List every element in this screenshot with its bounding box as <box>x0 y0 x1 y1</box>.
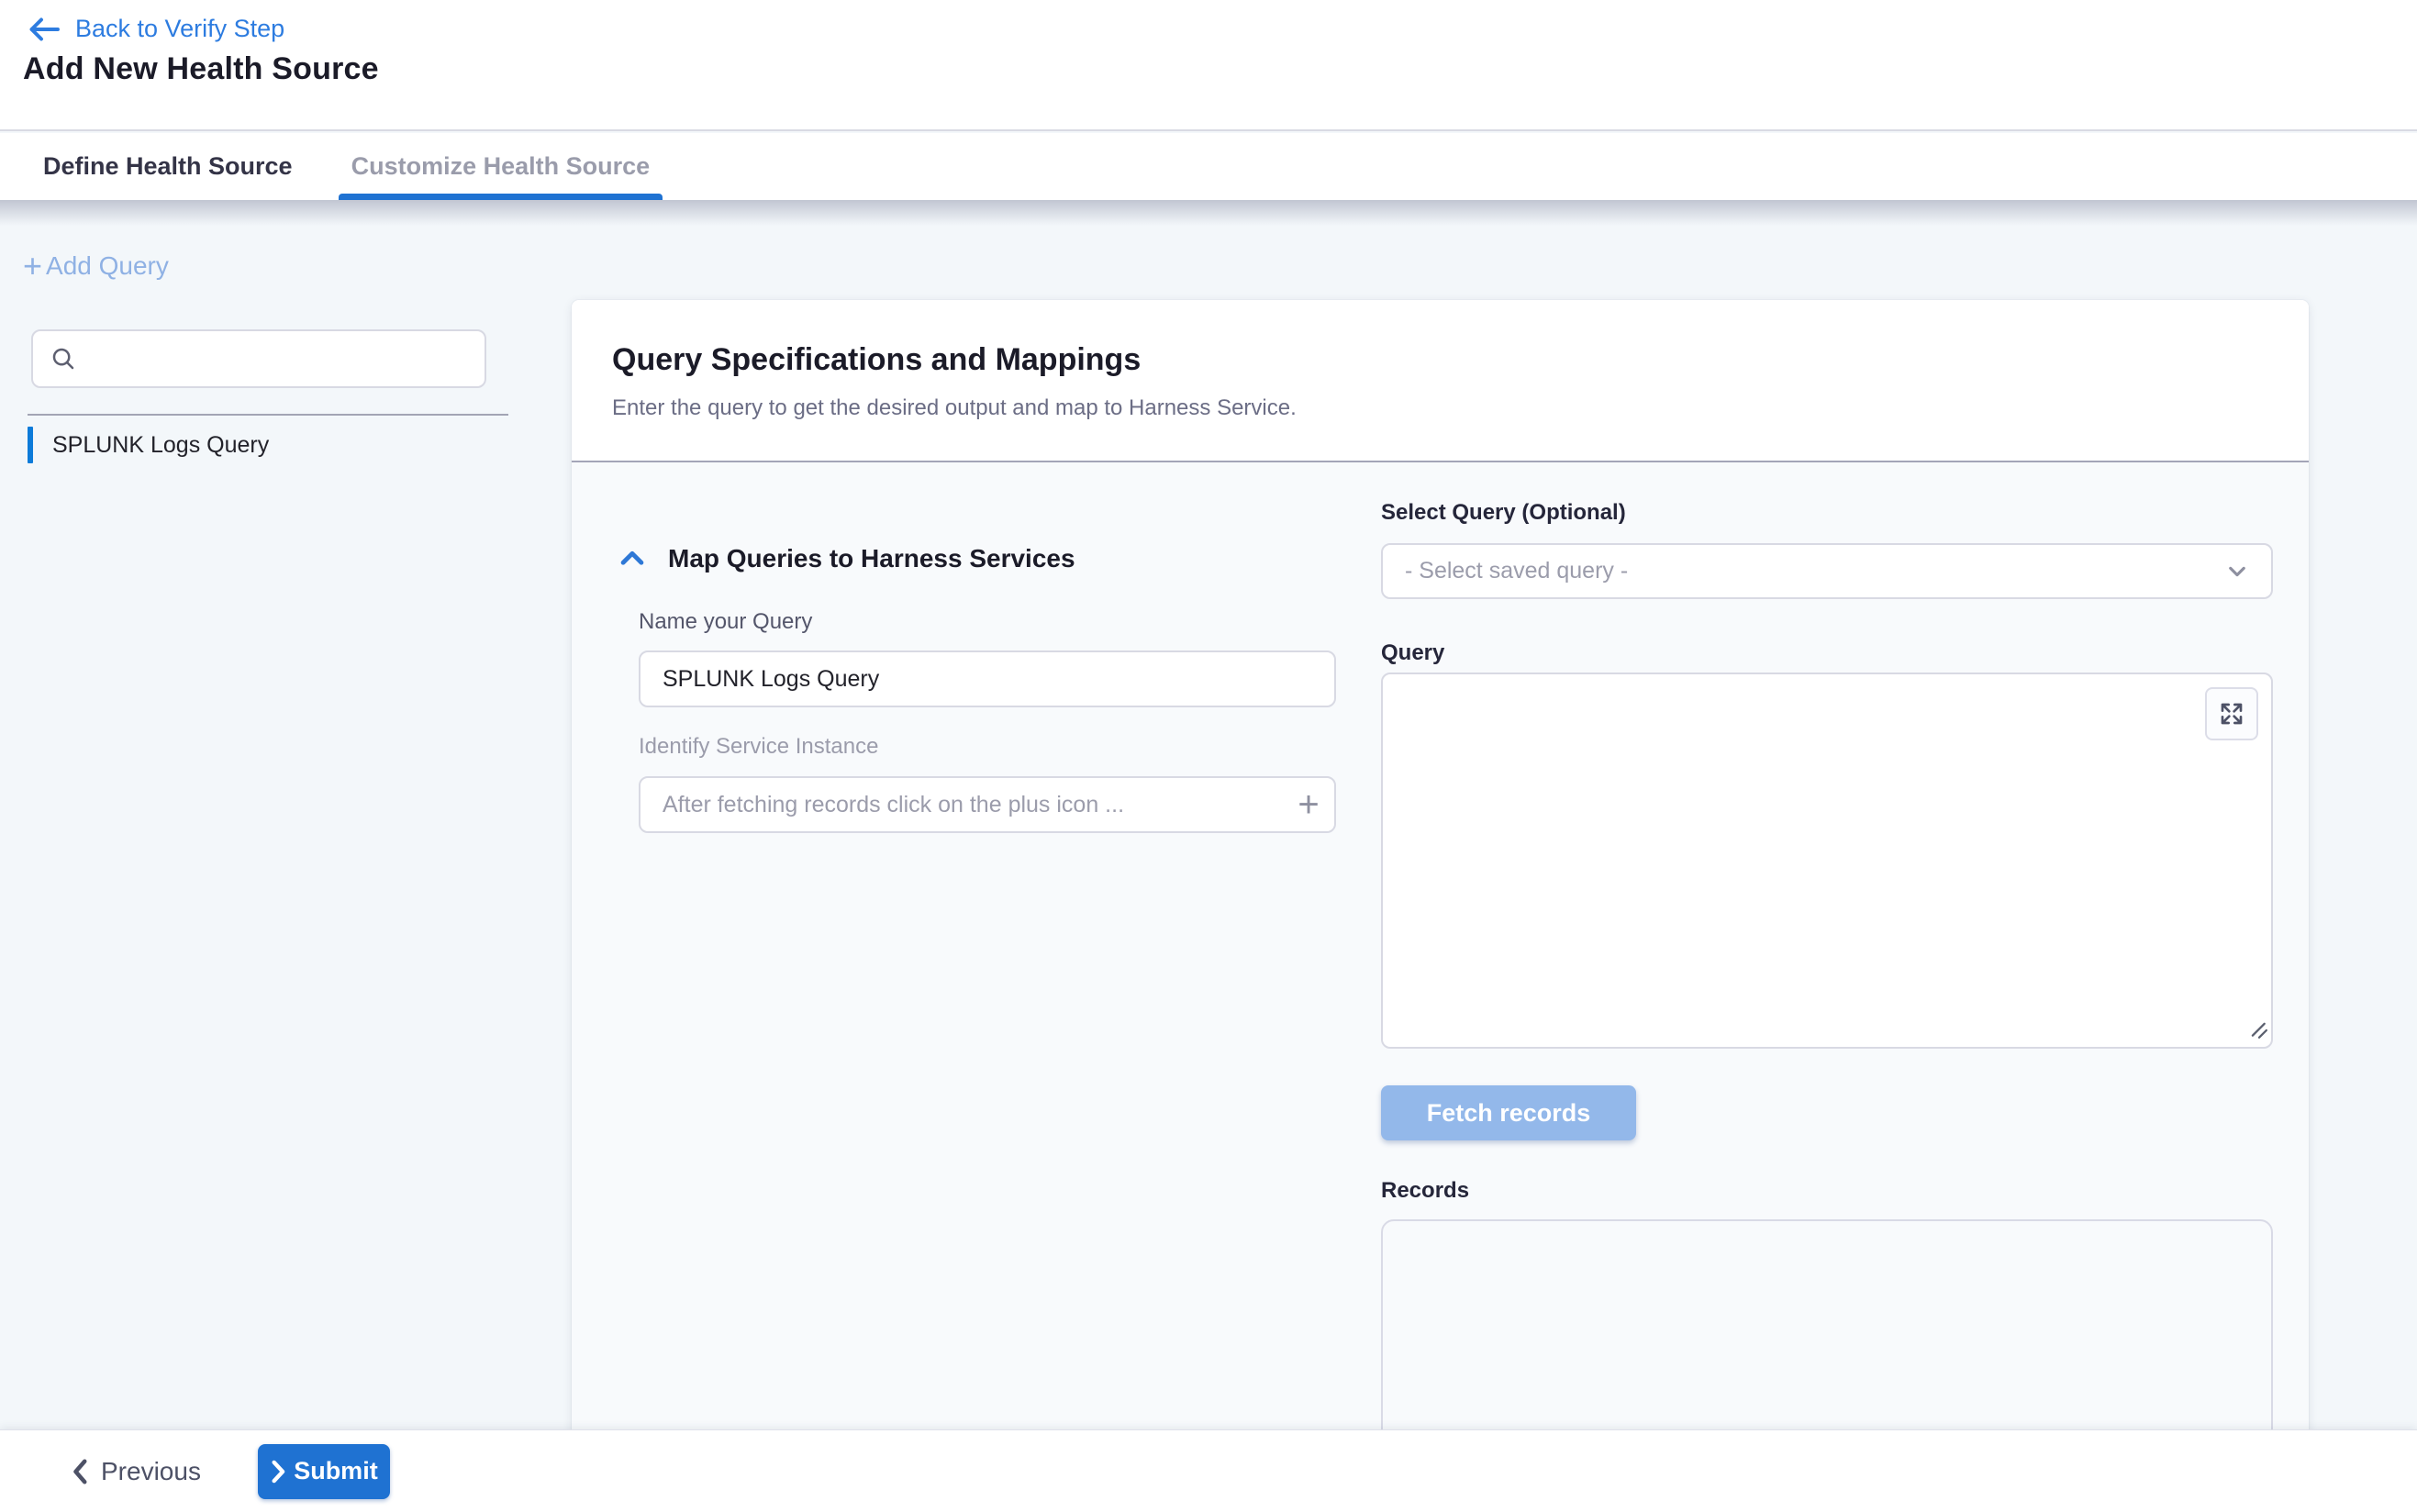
card-title: Query Specifications and Mappings <box>612 342 1141 378</box>
saved-query-select[interactable]: - Select saved query - <box>1381 543 2273 599</box>
expand-icon <box>2217 699 2246 728</box>
tab-bar: Define Health Source Customize Health So… <box>0 133 2417 200</box>
service-instance-input[interactable] <box>639 776 1336 833</box>
query-search-box <box>31 329 486 388</box>
card-header: Query Specifications and Mappings Enter … <box>572 300 2309 461</box>
add-health-source-page: Back to Verify Step Add New Health Sourc… <box>0 0 2417 1512</box>
wizard-footer: Previous Submit <box>0 1429 2417 1512</box>
back-link-label: Back to Verify Step <box>75 15 284 43</box>
saved-query-select-value: - Select saved query - <box>1405 558 1628 584</box>
previous-label: Previous <box>101 1457 201 1486</box>
selected-indicator-bar <box>28 427 33 463</box>
name-your-query-label: Name your Query <box>639 609 812 635</box>
previous-button[interactable]: Previous <box>70 1457 201 1486</box>
card-body: Map Queries to Harness Services Name you… <box>572 462 2309 1512</box>
card-subtitle: Enter the query to get the desired outpu… <box>612 395 1297 421</box>
map-queries-section-title: Map Queries to Harness Services <box>668 544 1075 573</box>
select-query-label: Select Query (Optional) <box>1381 500 1626 526</box>
add-query-button[interactable]: + Add Query <box>23 251 169 281</box>
submit-button[interactable]: Submit <box>258 1444 390 1499</box>
identify-service-instance-label: Identify Service Instance <box>639 734 878 760</box>
query-item-label: SPLUNK Logs Query <box>52 432 269 459</box>
add-query-label: Add Query <box>46 251 169 281</box>
chevron-left-icon <box>70 1458 90 1485</box>
search-icon <box>50 345 77 372</box>
query-editor <box>1381 673 2273 1049</box>
query-textarea[interactable] <box>1381 673 2273 1049</box>
chevron-up-icon <box>617 543 648 574</box>
content-area: + Add Query SPLUNK Logs Query <box>0 200 2417 1512</box>
search-input[interactable] <box>90 331 485 386</box>
back-link[interactable]: Back to Verify Step <box>28 15 284 43</box>
chevron-down-icon <box>2225 560 2249 584</box>
submit-label: Submit <box>294 1457 378 1485</box>
add-service-instance-button[interactable]: + <box>1281 776 1336 833</box>
expand-query-button[interactable] <box>2205 687 2258 740</box>
map-queries-section-toggle[interactable]: Map Queries to Harness Services <box>617 543 1075 574</box>
arrow-left-icon <box>28 16 61 43</box>
sidebar-divider <box>28 414 508 416</box>
query-name-input[interactable] <box>639 650 1336 707</box>
page-title: Add New Health Source <box>23 51 379 87</box>
tab-customize-health-source[interactable]: Customize Health Source <box>339 133 663 200</box>
query-list-item-splunk-logs[interactable]: SPLUNK Logs Query <box>28 427 269 463</box>
chevron-right-icon <box>270 1460 286 1484</box>
query-label: Query <box>1381 640 1444 666</box>
records-label: Records <box>1381 1178 1469 1204</box>
query-specifications-card: Query Specifications and Mappings Enter … <box>572 300 2309 1512</box>
fetch-records-button[interactable]: Fetch records <box>1381 1085 1636 1140</box>
page-header: Back to Verify Step Add New Health Sourc… <box>0 0 2417 131</box>
plus-icon: + <box>1298 784 1319 826</box>
tab-define-health-source[interactable]: Define Health Source <box>30 133 306 200</box>
plus-icon: + <box>23 253 42 279</box>
resize-handle-icon[interactable] <box>2250 1021 2268 1044</box>
